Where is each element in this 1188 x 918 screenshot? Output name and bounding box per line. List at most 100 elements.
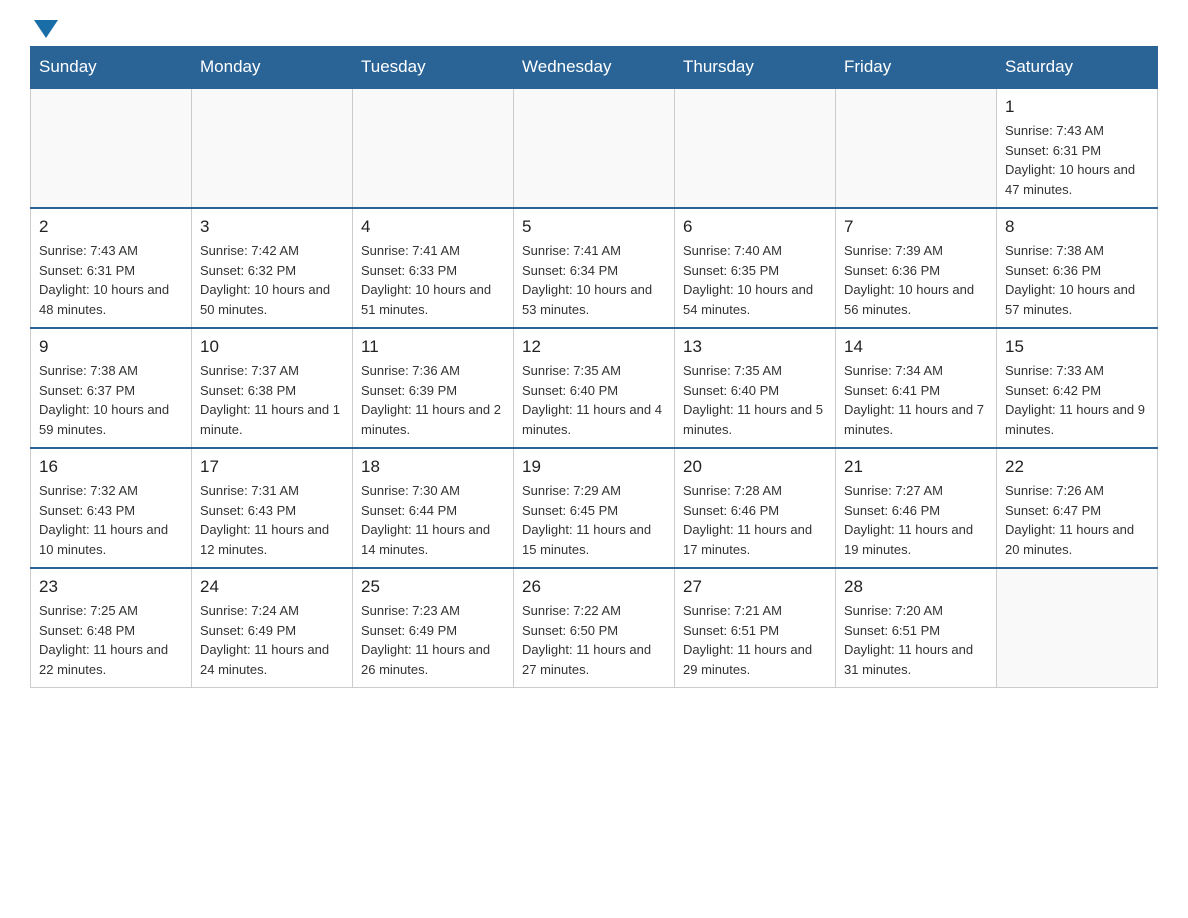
calendar-day-cell: 12Sunrise: 7:35 AM Sunset: 6:40 PM Dayli… (514, 328, 675, 448)
day-of-week-header: Saturday (997, 47, 1158, 89)
calendar-day-cell: 17 Sunrise: 7:31 AM Sunset: 6:43 PM Dayli… (192, 448, 353, 568)
day-number: 10 (200, 337, 344, 357)
day-of-week-header: Monday (192, 47, 353, 89)
day-info: Sunrise: 7:29 AM Sunset: 6:45 PM Dayligh… (522, 481, 666, 559)
calendar-day-cell: 5Sunrise: 7:41 AM Sunset: 6:34 PM Daylig… (514, 208, 675, 328)
calendar-day-cell (514, 88, 675, 208)
day-info: Sunrise: 7:20 AM Sunset: 6:51 PM Dayligh… (844, 601, 988, 679)
calendar-day-cell: 23 Sunrise: 7:25 AM Sunset: 6:48 PM Dayli… (31, 568, 192, 688)
page-header (30, 20, 1158, 36)
day-number: 25 (361, 577, 505, 597)
day-number: 2 (39, 217, 183, 237)
day-info: Sunrise: 7:31 AM Sunset: 6:43 PM Dayligh… (200, 481, 344, 559)
calendar-day-cell: 28Sunrise: 7:20 AM Sunset: 6:51 PM Dayli… (836, 568, 997, 688)
day-number: 23 (39, 577, 183, 597)
day-info: Sunrise: 7:26 AM Sunset: 6:47 PM Dayligh… (1005, 481, 1149, 559)
calendar-day-cell: 16 Sunrise: 7:32 AM Sunset: 6:43 PM Dayli… (31, 448, 192, 568)
calendar-day-cell: 11Sunrise: 7:36 AM Sunset: 6:39 PM Dayli… (353, 328, 514, 448)
day-info: Sunrise: 7:30 AM Sunset: 6:44 PM Dayligh… (361, 481, 505, 559)
day-info: Sunrise: 7:33 AM Sunset: 6:42 PM Dayligh… (1005, 361, 1149, 439)
calendar-day-cell: 9Sunrise: 7:38 AM Sunset: 6:37 PM Daylig… (31, 328, 192, 448)
day-info: Sunrise: 7:34 AM Sunset: 6:41 PM Dayligh… (844, 361, 988, 439)
day-number: 15 (1005, 337, 1149, 357)
calendar-day-cell (675, 88, 836, 208)
day-number: 20 (683, 457, 827, 477)
day-of-week-header: Tuesday (353, 47, 514, 89)
calendar-week-row: 9Sunrise: 7:38 AM Sunset: 6:37 PM Daylig… (31, 328, 1158, 448)
calendar-day-cell: 24 Sunrise: 7:24 AM Sunset: 6:49 PM Dayli… (192, 568, 353, 688)
day-of-week-header: Sunday (31, 47, 192, 89)
logo (30, 20, 58, 36)
calendar-day-cell: 20 Sunrise: 7:28 AM Sunset: 6:46 PM Dayli… (675, 448, 836, 568)
calendar-day-cell: 3 Sunrise: 7:42 AM Sunset: 6:32 PM Daylig… (192, 208, 353, 328)
calendar-header-row: SundayMondayTuesdayWednesdayThursdayFrid… (31, 47, 1158, 89)
calendar-day-cell: 25 Sunrise: 7:23 AM Sunset: 6:49 PM Dayli… (353, 568, 514, 688)
calendar-day-cell: 13 Sunrise: 7:35 AM Sunset: 6:40 PM Dayli… (675, 328, 836, 448)
day-info: Sunrise: 7:42 AM Sunset: 6:32 PM Dayligh… (200, 241, 344, 319)
day-info: Sunrise: 7:40 AM Sunset: 6:35 PM Dayligh… (683, 241, 827, 319)
day-of-week-header: Thursday (675, 47, 836, 89)
day-number: 12 (522, 337, 666, 357)
calendar-day-cell: 8 Sunrise: 7:38 AM Sunset: 6:36 PM Daylig… (997, 208, 1158, 328)
calendar-week-row: 23 Sunrise: 7:25 AM Sunset: 6:48 PM Dayli… (31, 568, 1158, 688)
calendar-day-cell: 4 Sunrise: 7:41 AM Sunset: 6:33 PM Daylig… (353, 208, 514, 328)
day-info: Sunrise: 7:24 AM Sunset: 6:49 PM Dayligh… (200, 601, 344, 679)
day-info: Sunrise: 7:22 AM Sunset: 6:50 PM Dayligh… (522, 601, 666, 679)
day-info: Sunrise: 7:43 AM Sunset: 6:31 PM Dayligh… (1005, 121, 1149, 199)
calendar-day-cell (31, 88, 192, 208)
day-number: 11 (361, 337, 505, 357)
day-info: Sunrise: 7:35 AM Sunset: 6:40 PM Dayligh… (683, 361, 827, 439)
day-number: 3 (200, 217, 344, 237)
day-number: 7 (844, 217, 988, 237)
day-of-week-header: Wednesday (514, 47, 675, 89)
day-info: Sunrise: 7:38 AM Sunset: 6:36 PM Dayligh… (1005, 241, 1149, 319)
day-number: 6 (683, 217, 827, 237)
calendar-day-cell: 27 Sunrise: 7:21 AM Sunset: 6:51 PM Dayli… (675, 568, 836, 688)
day-info: Sunrise: 7:23 AM Sunset: 6:49 PM Dayligh… (361, 601, 505, 679)
day-info: Sunrise: 7:28 AM Sunset: 6:46 PM Dayligh… (683, 481, 827, 559)
calendar-day-cell: 14 Sunrise: 7:34 AM Sunset: 6:41 PM Dayli… (836, 328, 997, 448)
calendar-day-cell: 18Sunrise: 7:30 AM Sunset: 6:44 PM Dayli… (353, 448, 514, 568)
day-info: Sunrise: 7:25 AM Sunset: 6:48 PM Dayligh… (39, 601, 183, 679)
day-info: Sunrise: 7:41 AM Sunset: 6:34 PM Dayligh… (522, 241, 666, 319)
calendar-day-cell (353, 88, 514, 208)
day-info: Sunrise: 7:27 AM Sunset: 6:46 PM Dayligh… (844, 481, 988, 559)
day-number: 13 (683, 337, 827, 357)
calendar-week-row: 16 Sunrise: 7:32 AM Sunset: 6:43 PM Dayli… (31, 448, 1158, 568)
calendar-day-cell: 7 Sunrise: 7:39 AM Sunset: 6:36 PM Daylig… (836, 208, 997, 328)
day-info: Sunrise: 7:32 AM Sunset: 6:43 PM Dayligh… (39, 481, 183, 559)
calendar-day-cell: 2 Sunrise: 7:43 AM Sunset: 6:31 PM Daylig… (31, 208, 192, 328)
day-number: 14 (844, 337, 988, 357)
calendar-day-cell (997, 568, 1158, 688)
day-number: 21 (844, 457, 988, 477)
day-number: 4 (361, 217, 505, 237)
day-number: 19 (522, 457, 666, 477)
calendar-day-cell: 10 Sunrise: 7:37 AM Sunset: 6:38 PM Dayli… (192, 328, 353, 448)
day-number: 17 (200, 457, 344, 477)
calendar-day-cell: 22 Sunrise: 7:26 AM Sunset: 6:47 PM Dayli… (997, 448, 1158, 568)
day-info: Sunrise: 7:21 AM Sunset: 6:51 PM Dayligh… (683, 601, 827, 679)
day-info: Sunrise: 7:41 AM Sunset: 6:33 PM Dayligh… (361, 241, 505, 319)
calendar-day-cell (836, 88, 997, 208)
calendar-day-cell: 19 Sunrise: 7:29 AM Sunset: 6:45 PM Dayli… (514, 448, 675, 568)
day-number: 8 (1005, 217, 1149, 237)
calendar-day-cell: 26 Sunrise: 7:22 AM Sunset: 6:50 PM Dayli… (514, 568, 675, 688)
calendar-day-cell: 15 Sunrise: 7:33 AM Sunset: 6:42 PM Dayli… (997, 328, 1158, 448)
logo-general-text (30, 20, 58, 36)
calendar-day-cell (192, 88, 353, 208)
day-number: 16 (39, 457, 183, 477)
day-number: 27 (683, 577, 827, 597)
day-of-week-header: Friday (836, 47, 997, 89)
calendar-table: SundayMondayTuesdayWednesdayThursdayFrid… (30, 46, 1158, 688)
calendar-day-cell: 6 Sunrise: 7:40 AM Sunset: 6:35 PM Daylig… (675, 208, 836, 328)
day-number: 22 (1005, 457, 1149, 477)
day-info: Sunrise: 7:43 AM Sunset: 6:31 PM Dayligh… (39, 241, 183, 319)
logo-arrow-icon (34, 20, 58, 38)
day-number: 24 (200, 577, 344, 597)
day-number: 26 (522, 577, 666, 597)
day-number: 1 (1005, 97, 1149, 117)
day-info: Sunrise: 7:39 AM Sunset: 6:36 PM Dayligh… (844, 241, 988, 319)
calendar-day-cell: 1 Sunrise: 7:43 AM Sunset: 6:31 PM Daylig… (997, 88, 1158, 208)
day-info: Sunrise: 7:37 AM Sunset: 6:38 PM Dayligh… (200, 361, 344, 439)
calendar-week-row: 2 Sunrise: 7:43 AM Sunset: 6:31 PM Daylig… (31, 208, 1158, 328)
